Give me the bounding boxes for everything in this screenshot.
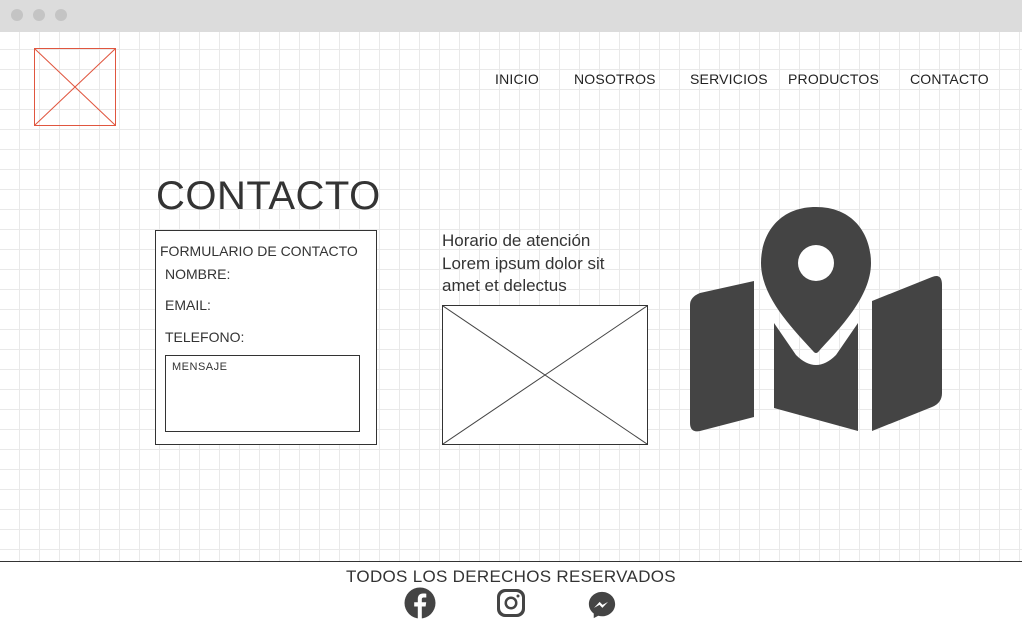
form-title: FORMULARIO DE CONTACTO: [160, 243, 358, 259]
window-maximize-button[interactable]: [55, 9, 67, 21]
window-close-button[interactable]: [11, 9, 23, 21]
image-placeholder-icon: [35, 49, 115, 125]
messenger-icon[interactable]: [587, 590, 617, 620]
email-field[interactable]: EMAIL:: [165, 297, 211, 313]
name-field[interactable]: NOMBRE:: [165, 266, 230, 282]
footer-copyright: TODOS LOS DERECHOS RESERVADOS: [346, 567, 676, 586]
nav-item-productos[interactable]: PRODUCTOS: [788, 71, 879, 87]
image-placeholder: [442, 305, 648, 445]
nav-item-servicios[interactable]: SERVICIOS: [690, 71, 768, 87]
contact-form: FORMULARIO DE CONTACTO NOMBRE: EMAIL: TE…: [155, 230, 377, 445]
window-minimize-button[interactable]: [33, 9, 45, 21]
page-title: CONTACTO: [156, 174, 381, 218]
instagram-icon[interactable]: [495, 587, 527, 619]
nav-item-contacto[interactable]: CONTACTO: [910, 71, 989, 87]
message-textarea[interactable]: MENSAJE: [165, 355, 360, 432]
logo-placeholder[interactable]: [34, 48, 116, 126]
nav-item-inicio[interactable]: INICIO: [495, 71, 539, 87]
window-titlebar: [0, 0, 1022, 32]
facebook-icon[interactable]: [404, 587, 436, 619]
image-placeholder-icon: [442, 305, 648, 445]
map-location-icon[interactable]: [688, 205, 944, 435]
phone-field[interactable]: TELEFONO:: [165, 329, 244, 345]
footer-divider: [0, 561, 1022, 562]
office-hours-info: Horario de atención Lorem ipsum dolor si…: [442, 230, 642, 298]
message-label: MENSAJE: [172, 361, 228, 373]
office-hours-heading: Horario de atención: [442, 231, 591, 250]
nav-item-nosotros[interactable]: NOSOTROS: [574, 71, 656, 87]
office-hours-body: Lorem ipsum dolor sit amet et delectus: [442, 253, 605, 296]
